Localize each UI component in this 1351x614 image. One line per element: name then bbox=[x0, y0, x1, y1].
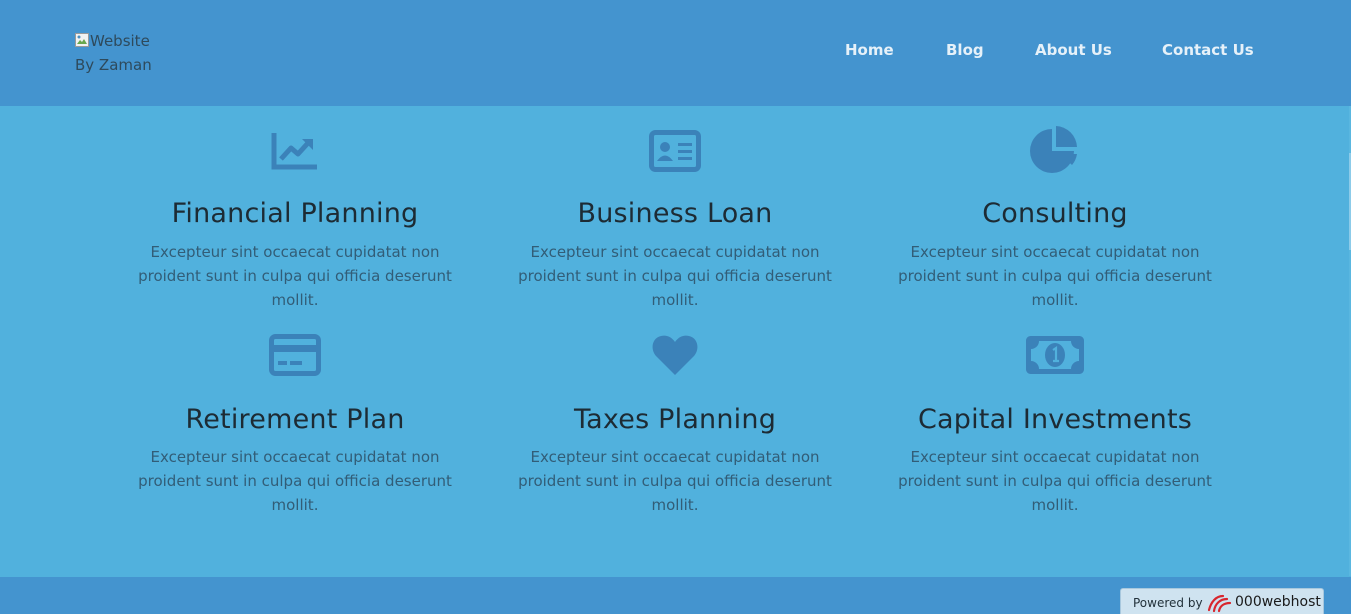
powered-by-badge[interactable]: Powered by 000webhost bbox=[1120, 588, 1324, 614]
pie-chart-icon bbox=[865, 124, 1245, 174]
id-card-icon bbox=[485, 126, 865, 176]
service-description: Excepteur sint occaecat cupidatat non pr… bbox=[898, 243, 1212, 309]
nav-contact-us[interactable]: Contact Us bbox=[1162, 41, 1254, 59]
service-title: Business Loan bbox=[577, 198, 773, 229]
host-name: 000webhost bbox=[1235, 594, 1321, 610]
service-title: Capital Investments bbox=[917, 404, 1193, 435]
service-description: Excepteur sint occaecat cupidatat non pr… bbox=[898, 448, 1212, 514]
nav-about-us[interactable]: About Us bbox=[1035, 41, 1112, 59]
nav-blog[interactable]: Blog bbox=[946, 41, 984, 59]
money-bill-icon bbox=[865, 330, 1245, 380]
chart-line-icon bbox=[105, 126, 485, 176]
service-title: Taxes Planning bbox=[573, 404, 777, 435]
powered-by-label: Powered by bbox=[1133, 596, 1203, 610]
service-description: Excepteur sint occaecat cupidatat non pr… bbox=[518, 448, 832, 514]
service-description: Excepteur sint occaecat cupidatat non pr… bbox=[518, 243, 832, 309]
service-description: Excepteur sint occaecat cupidatat non pr… bbox=[138, 448, 452, 514]
main-nav: Home Blog About Us Contact Us bbox=[0, 41, 1351, 63]
service-description: Excepteur sint occaecat cupidatat non pr… bbox=[138, 243, 452, 309]
service-title: Consulting bbox=[982, 198, 1128, 229]
service-title: Retirement Plan bbox=[185, 404, 405, 435]
heart-icon bbox=[485, 330, 865, 380]
service-title: Financial Planning bbox=[171, 198, 419, 229]
credit-card-icon bbox=[105, 330, 485, 380]
site-header: Website By Zaman Home Blog About Us Cont… bbox=[0, 0, 1351, 106]
nav-home[interactable]: Home bbox=[845, 41, 894, 59]
webhost-logo-icon bbox=[1207, 594, 1232, 613]
